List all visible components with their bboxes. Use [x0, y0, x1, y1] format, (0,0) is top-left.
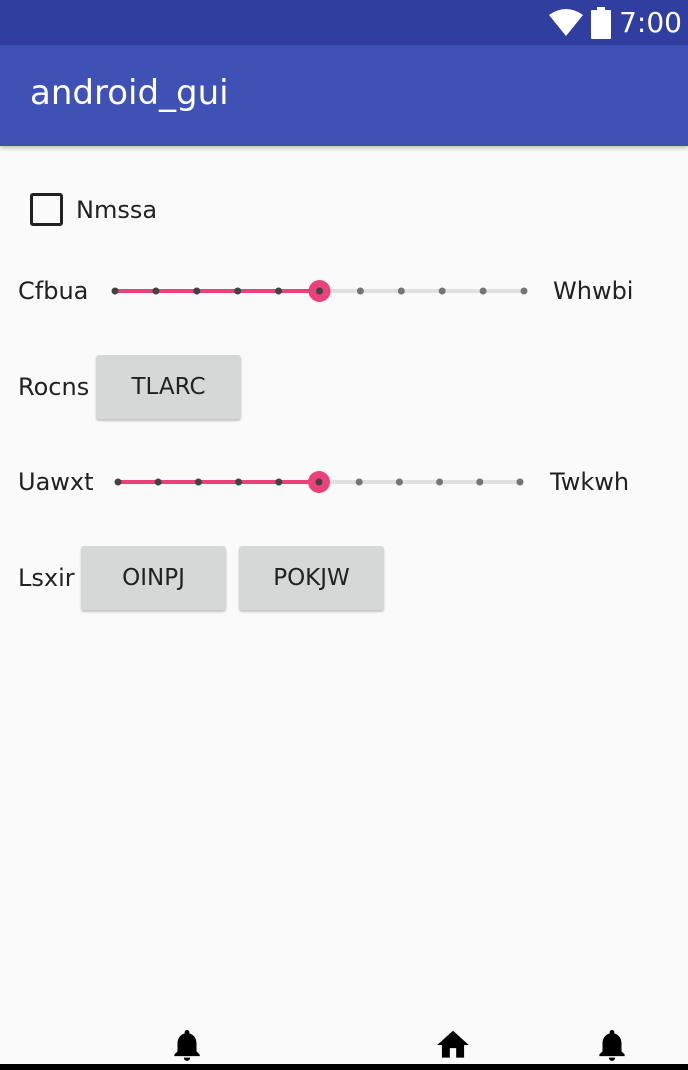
- slider-tick: [194, 478, 202, 486]
- slider2-seekbar[interactable]: [0, 0, 688, 1070]
- oinpj-button[interactable]: OINPJ: [81, 546, 226, 610]
- slider-thumb-tick: [315, 478, 323, 486]
- pokjw-button[interactable]: POKJW: [239, 546, 384, 610]
- slider-tick: [355, 478, 363, 486]
- bell-icon[interactable]: [593, 1026, 631, 1064]
- slider-tick: [476, 478, 484, 486]
- slider-tick: [154, 478, 162, 486]
- nav-bar: [0, 1018, 688, 1070]
- nav-bottom-line: [0, 1064, 688, 1070]
- home-icon[interactable]: [434, 1026, 472, 1064]
- lsxir-label: Lsxir: [18, 564, 75, 592]
- slider-tick: [516, 478, 524, 486]
- slider-tick: [235, 478, 243, 486]
- slider-tick: [275, 478, 283, 486]
- slider-tick: [436, 478, 444, 486]
- slider2-right-label: Twkwh: [550, 468, 630, 496]
- slider-tick: [114, 478, 122, 486]
- slider-tick: [395, 478, 403, 486]
- bell-icon[interactable]: [168, 1026, 206, 1064]
